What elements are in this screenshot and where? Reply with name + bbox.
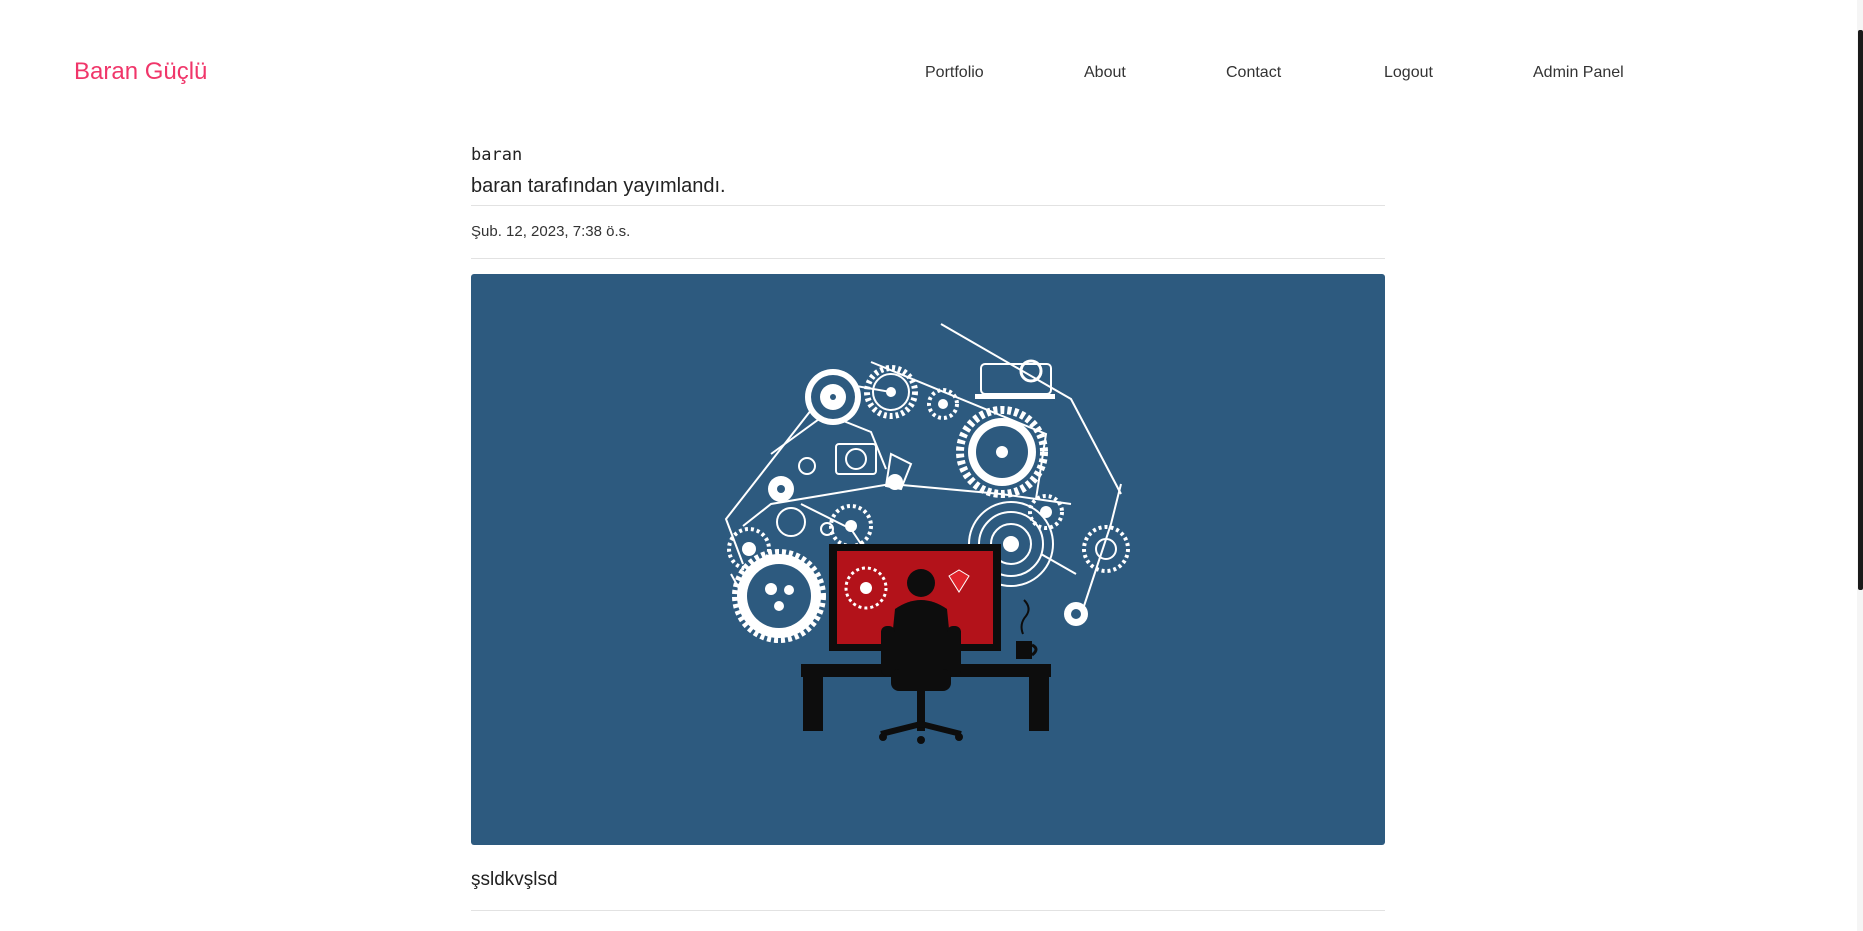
post-article: baran baran tarafından yayımlandı. Şub. … [471, 140, 1385, 911]
scrollbar-thumb[interactable] [1858, 30, 1863, 590]
post-hero-image [471, 274, 1385, 845]
nav-link-about[interactable]: About [1084, 64, 1126, 82]
top-navbar: Baran Güçlü Portfolio About Contact Logo… [0, 0, 1863, 140]
post-body: şsldkvşlsd [471, 869, 558, 890]
post-title: baran [471, 145, 523, 165]
post-byline: baran tarafından yayımlandı. [471, 175, 726, 197]
programmer-with-gears-illustration-icon [724, 323, 1130, 744]
nav-link-contact[interactable]: Contact [1226, 64, 1281, 82]
page-scrollbar[interactable] [1857, 0, 1863, 931]
nav-link-portfolio[interactable]: Portfolio [925, 64, 984, 82]
nav-link-logout[interactable]: Logout [1384, 64, 1433, 82]
post-date: Şub. 12, 2023, 7:38 ö.s. [471, 223, 631, 240]
nav-link-admin-panel[interactable]: Admin Panel [1533, 64, 1624, 82]
brand-logo[interactable]: Baran Güçlü [74, 58, 207, 86]
divider [471, 910, 1385, 911]
divider [471, 258, 1385, 259]
